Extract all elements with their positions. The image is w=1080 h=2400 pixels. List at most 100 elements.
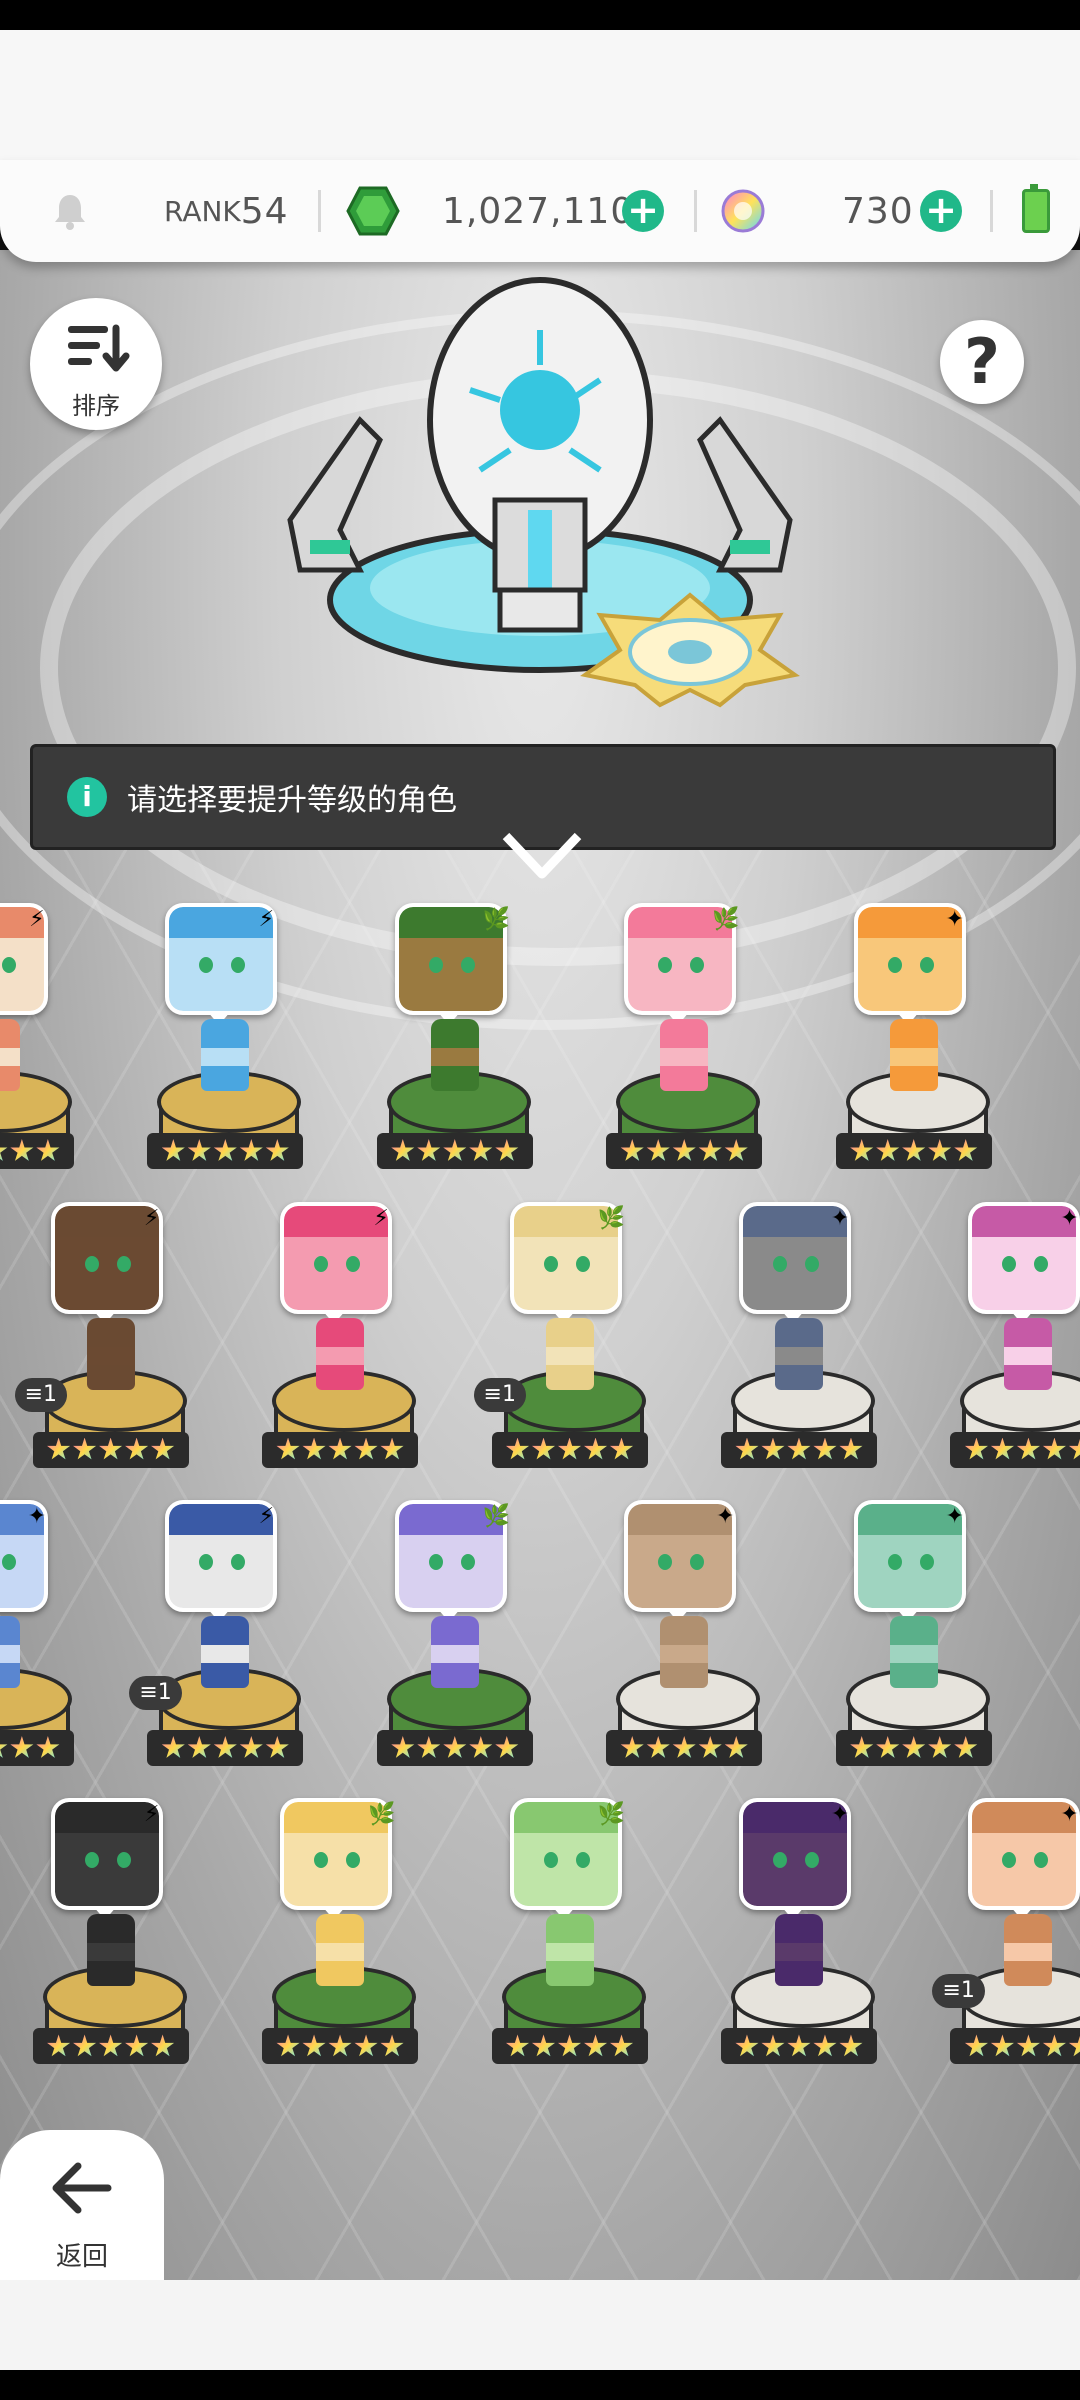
star-icon — [954, 1139, 978, 1161]
character-card[interactable]: ⚡ ≡1 — [129, 1500, 305, 1800]
star-icon — [151, 2034, 175, 2057]
character-eye — [346, 1255, 361, 1272]
character-card[interactable]: ⚡ — [0, 903, 76, 1203]
star-icon — [839, 2034, 863, 2057]
star-icon — [1016, 2034, 1040, 2057]
character-card[interactable]: 🌿 — [375, 903, 535, 1203]
element-icon: ⚡ — [258, 907, 275, 933]
character-eye — [575, 1852, 590, 1869]
character-card[interactable]: ⚡ — [260, 1201, 420, 1502]
navigation-bar — [0, 2370, 1080, 2400]
rank-display: RANK 54 — [164, 160, 289, 262]
star-icon — [0, 1736, 8, 1758]
star-icon — [928, 1139, 952, 1161]
character-eye — [887, 957, 902, 974]
star-rating — [0, 1133, 74, 1170]
character-card[interactable]: ✦ — [834, 1500, 994, 1800]
star-icon — [724, 1139, 748, 1161]
character-card[interactable]: ⚡ — [31, 1798, 191, 2098]
character-eye — [460, 957, 475, 974]
duplicate-count-badge: ≡1 — [932, 1974, 985, 2009]
character-sprite — [1004, 1317, 1053, 1390]
character-eye — [428, 1554, 443, 1570]
element-icon: 🌿 — [368, 1802, 396, 1828]
star-icon — [161, 1139, 185, 1161]
star-icon — [646, 1736, 670, 1758]
character-card[interactable]: 🌿 — [604, 903, 764, 1203]
star-icon — [902, 1139, 926, 1161]
character-sprite — [201, 1616, 250, 1688]
star-icon — [328, 2034, 352, 2057]
character-eye — [658, 957, 673, 974]
star-icon — [761, 1437, 785, 1460]
character-eye — [887, 1554, 902, 1570]
character-sprite — [889, 1616, 938, 1688]
character-card[interactable]: ✦ — [719, 1798, 879, 2098]
back-label: 返回 — [55, 2242, 108, 2272]
star-rating — [950, 1431, 1080, 1468]
upgrade-scene: ⚡ ⚡ 🌿 🌿 ✦ ⚡ ≡1 ⚡ 🌿 ≡1 ✦ ✦ ✦ ⚡ ≡1 🌿 ✦ ✦ ⚡ 🌿 🌿 ✦ ✦ ≡1 — [0, 250, 1080, 2280]
character-card[interactable]: 🌿 — [260, 1798, 420, 2098]
add-gems-button[interactable]: + — [622, 160, 664, 262]
star-icon — [698, 1139, 722, 1161]
star-icon — [735, 2034, 759, 2057]
star-icon — [761, 2034, 785, 2057]
star-icon — [505, 1437, 530, 1460]
chevron-down-icon[interactable] — [500, 830, 584, 882]
character-sprite — [1004, 1914, 1053, 1987]
star-icon — [151, 1437, 175, 1460]
bottom-strip — [0, 2280, 1080, 2370]
element-icon: ✦ — [945, 1504, 964, 1529]
star-icon — [239, 1139, 263, 1161]
bell-icon[interactable] — [52, 160, 88, 262]
character-sprite — [0, 1019, 20, 1092]
character-eye — [1034, 1255, 1049, 1272]
character-eye — [314, 1852, 329, 1869]
character-card[interactable]: 🌿 — [375, 1500, 535, 1800]
character-card[interactable]: ⚡ — [145, 903, 305, 1203]
star-icon — [73, 2034, 97, 2057]
character-eye — [1, 1554, 16, 1570]
character-card[interactable]: ✦ — [604, 1500, 764, 1800]
star-icon — [495, 1139, 519, 1161]
star-icon — [125, 1437, 149, 1460]
star-icon — [36, 1736, 60, 1758]
divider — [318, 190, 321, 232]
character-card[interactable]: ✦ — [834, 903, 994, 1203]
star-icon — [443, 1139, 467, 1161]
back-button[interactable]: 返回 — [0, 2130, 164, 2280]
star-icon — [876, 1736, 900, 1758]
star-icon — [276, 2034, 300, 2057]
character-card[interactable]: ✦ — [0, 1500, 76, 1800]
orb-count-value: 730 — [842, 190, 914, 232]
character-eye — [543, 1852, 558, 1869]
star-icon — [646, 1139, 670, 1161]
duplicate-count-badge: ≡1 — [14, 1377, 68, 1412]
character-eye — [690, 1554, 705, 1570]
element-icon: ⚡ — [143, 1205, 160, 1231]
star-icon — [964, 1437, 988, 1460]
star-rating — [606, 1133, 763, 1170]
character-card[interactable]: 🌿 — [490, 1798, 650, 2098]
character-eye — [199, 1554, 214, 1570]
star-icon — [990, 1437, 1014, 1460]
character-card[interactable]: ⚡ ≡1 — [14, 1201, 191, 1502]
top-safe-area — [0, 30, 1080, 170]
star-icon — [10, 1736, 34, 1758]
character-card[interactable]: ✦ — [719, 1201, 879, 1502]
help-button[interactable]: ? — [940, 320, 1024, 404]
character-card[interactable]: ✦ ≡1 — [932, 1798, 1080, 2098]
sort-button[interactable]: 排序 — [30, 298, 162, 430]
character-card[interactable]: 🌿 ≡1 — [473, 1201, 650, 1502]
add-orbs-button[interactable]: + — [920, 160, 962, 262]
star-rating — [491, 1431, 648, 1468]
star-icon — [265, 1139, 289, 1161]
star-icon — [469, 1736, 493, 1758]
element-icon: ✦ — [1060, 1205, 1079, 1231]
rank-label: RANK — [164, 194, 241, 228]
element-icon: ✦ — [945, 907, 964, 933]
character-card[interactable]: ✦ — [948, 1201, 1080, 1502]
star-icon — [787, 2034, 811, 2057]
star-icon — [73, 1437, 97, 1460]
character-eye — [428, 957, 443, 974]
